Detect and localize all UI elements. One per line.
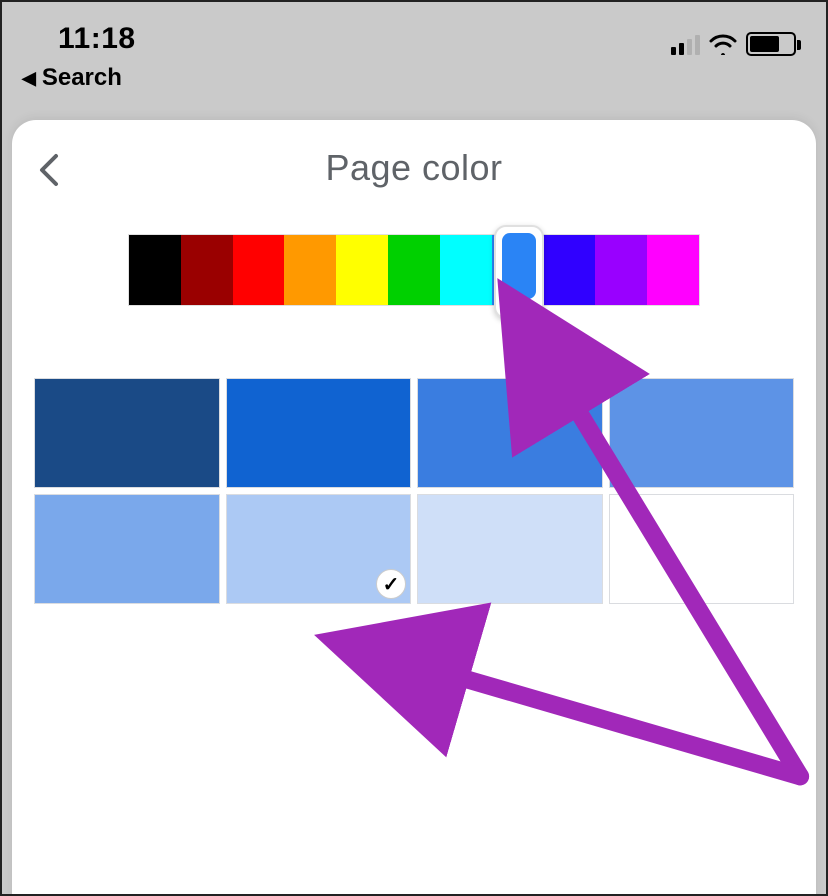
- shade-swatch-5[interactable]: ✓: [226, 494, 412, 604]
- shade-swatch-6[interactable]: [417, 494, 603, 604]
- hue-segment-red[interactable]: [233, 235, 285, 305]
- sheet-header: Page color: [12, 120, 816, 216]
- back-to-search[interactable]: ◀ Search: [2, 62, 826, 106]
- sheet-title: Page color: [325, 147, 502, 189]
- hue-segment-indigo[interactable]: [544, 235, 596, 305]
- shade-swatch-7[interactable]: [609, 494, 795, 604]
- hue-segment-maroon[interactable]: [181, 235, 233, 305]
- page-color-sheet: Page color ✓: [12, 120, 816, 896]
- cellular-signal-icon: [671, 33, 700, 55]
- back-chevron-icon[interactable]: [30, 150, 70, 190]
- back-triangle-icon: ◀: [22, 68, 36, 89]
- status-bar: 11:18: [2, 2, 826, 62]
- hue-slider[interactable]: [128, 234, 700, 306]
- shade-swatch-3[interactable]: [609, 378, 795, 488]
- hue-thumb[interactable]: [494, 225, 544, 319]
- hue-segment-black[interactable]: [129, 235, 181, 305]
- hue-segment-green[interactable]: [388, 235, 440, 305]
- shade-swatch-0[interactable]: [34, 378, 220, 488]
- back-label: Search: [42, 64, 122, 92]
- wifi-icon: [708, 33, 738, 55]
- battery-icon: [746, 32, 796, 56]
- status-right: [671, 32, 796, 56]
- status-time: 11:18: [58, 22, 136, 56]
- app-frame: 11:18 ◀ Search: [0, 0, 828, 896]
- hue-segment-cyan[interactable]: [440, 235, 492, 305]
- hue-segment-violet[interactable]: [595, 235, 647, 305]
- shade-swatch-1[interactable]: [226, 378, 412, 488]
- shade-swatch-2[interactable]: [417, 378, 603, 488]
- hue-segment-magenta[interactable]: [647, 235, 699, 305]
- check-icon: ✓: [376, 569, 406, 599]
- hue-segment-yellow[interactable]: [336, 235, 388, 305]
- hue-segment-orange[interactable]: [284, 235, 336, 305]
- shade-swatch-4[interactable]: [34, 494, 220, 604]
- shade-swatch-grid: ✓: [34, 378, 794, 604]
